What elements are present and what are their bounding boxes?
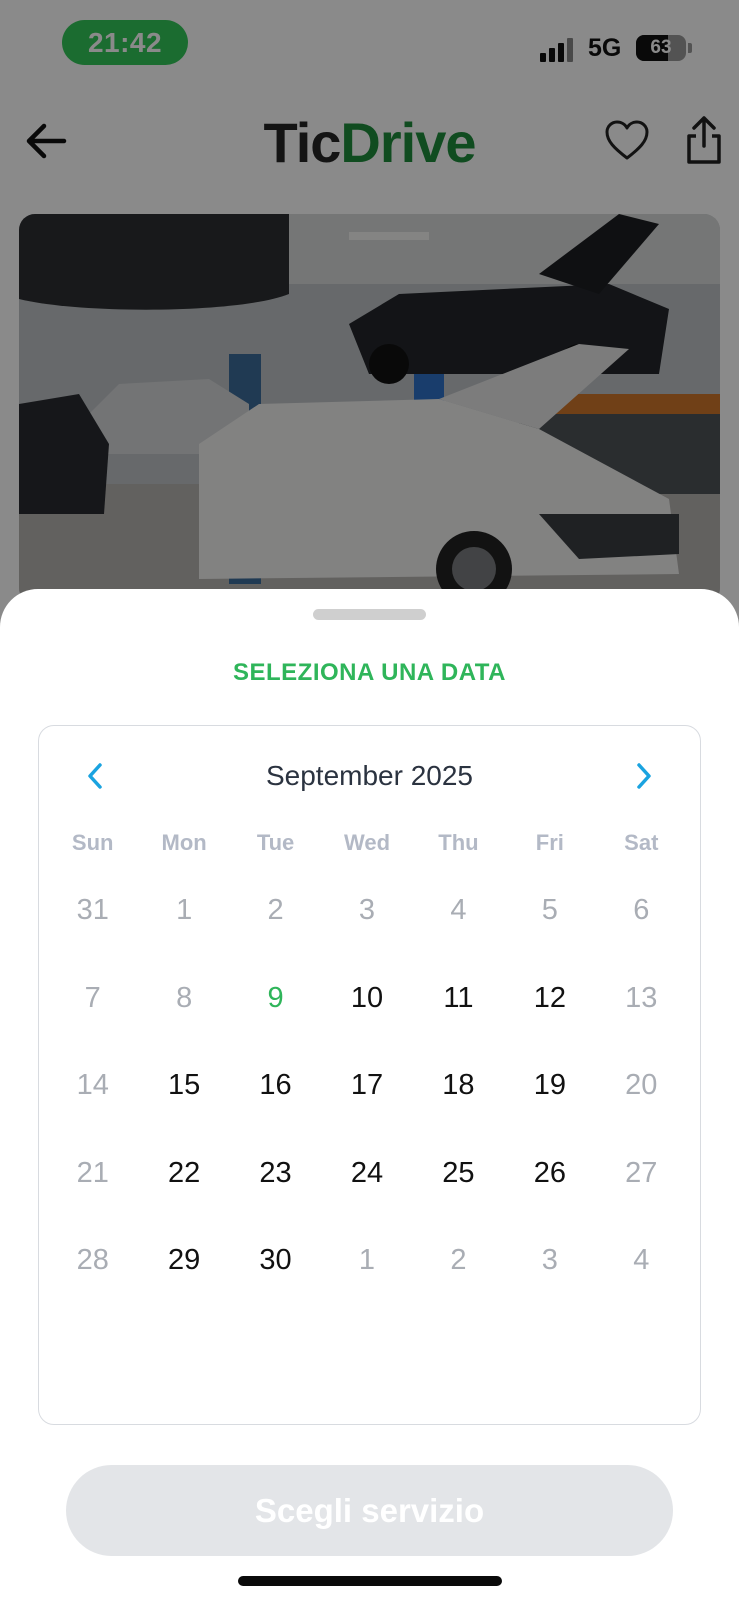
weekday-label: Fri (535, 830, 564, 855)
calendar-day[interactable]: 11 (413, 968, 504, 1056)
sheet-grabber[interactable] (313, 609, 426, 620)
calendar-day: 6 (633, 894, 650, 926)
calendar-day: 1 (176, 894, 193, 926)
calendar-day[interactable]: 24 (321, 1143, 412, 1231)
calendar-day: 14 (76, 1069, 109, 1101)
calendar-day: 4 (450, 894, 467, 926)
calendar-day[interactable]: 15 (138, 1055, 229, 1143)
calendar: September 2025 Sun Mon Tue Wed Thu Fri S… (38, 725, 701, 1425)
weekday-header-row: Sun Mon Tue Wed Thu Fri Sat (47, 830, 687, 870)
calendar-day: 8 (176, 981, 193, 1014)
date-picker-sheet: SELEZIONA UNA DATA September 2025 Sun Mo… (0, 589, 739, 1600)
chevron-right-icon (637, 763, 651, 789)
calendar-day[interactable]: 30 (230, 1230, 321, 1318)
calendar-day: 13 (625, 981, 658, 1014)
calendar-day-today[interactable]: 9 (230, 968, 321, 1056)
calendar-day[interactable]: 29 (138, 1230, 229, 1318)
calendar-day-grid: 31 1 2 3 4 5 6 7 8 9 10 11 12 13 14 15 16 17 18 19 20 21 22 23 2… (47, 880, 687, 1318)
calendar-day[interactable]: 10 (321, 968, 412, 1056)
calendar-day: 20 (625, 1069, 658, 1101)
weekday-label: Tue (256, 830, 295, 855)
calendar-day: 5 (541, 894, 558, 926)
calendar-day[interactable]: 16 (230, 1055, 321, 1143)
calendar-day[interactable]: 22 (138, 1143, 229, 1231)
calendar-day[interactable]: 12 (504, 968, 595, 1056)
calendar-day: 21 (76, 1156, 109, 1189)
calendar-day: 3 (358, 894, 376, 926)
sheet-title: SELEZIONA UNA DATA (233, 659, 506, 686)
calendar-day: 27 (625, 1156, 658, 1189)
weekday-label: Sun (71, 830, 114, 855)
month-label: September 2025 (265, 760, 474, 791)
calendar-day: 2 (267, 894, 284, 926)
weekday-label: Sat (624, 830, 659, 855)
calendar-day[interactable]: 23 (230, 1143, 321, 1231)
weekday-label: Thu (438, 830, 479, 855)
next-month-button[interactable] (624, 756, 664, 796)
weekday-label: Wed (343, 830, 391, 855)
calendar-day: 28 (76, 1244, 109, 1276)
calendar-day[interactable]: 17 (321, 1055, 412, 1143)
home-indicator (238, 1576, 502, 1586)
weekday-label: Mon (161, 830, 207, 855)
calendar-day[interactable]: 18 (413, 1055, 504, 1143)
choose-service-button[interactable]: Scegli servizio (66, 1465, 673, 1556)
calendar-day: 3 (541, 1244, 558, 1276)
calendar-day: 1 (358, 1244, 376, 1276)
calendar-day[interactable]: 25 (413, 1143, 504, 1231)
calendar-day: 4 (633, 1244, 650, 1276)
calendar-day[interactable]: 19 (504, 1055, 595, 1143)
calendar-day[interactable]: 26 (504, 1143, 595, 1231)
calendar-day: 31 (76, 894, 109, 926)
calendar-header: September 2025 (39, 726, 700, 826)
calendar-day: 7 (84, 981, 101, 1014)
calendar-day: 2 (450, 1244, 467, 1276)
